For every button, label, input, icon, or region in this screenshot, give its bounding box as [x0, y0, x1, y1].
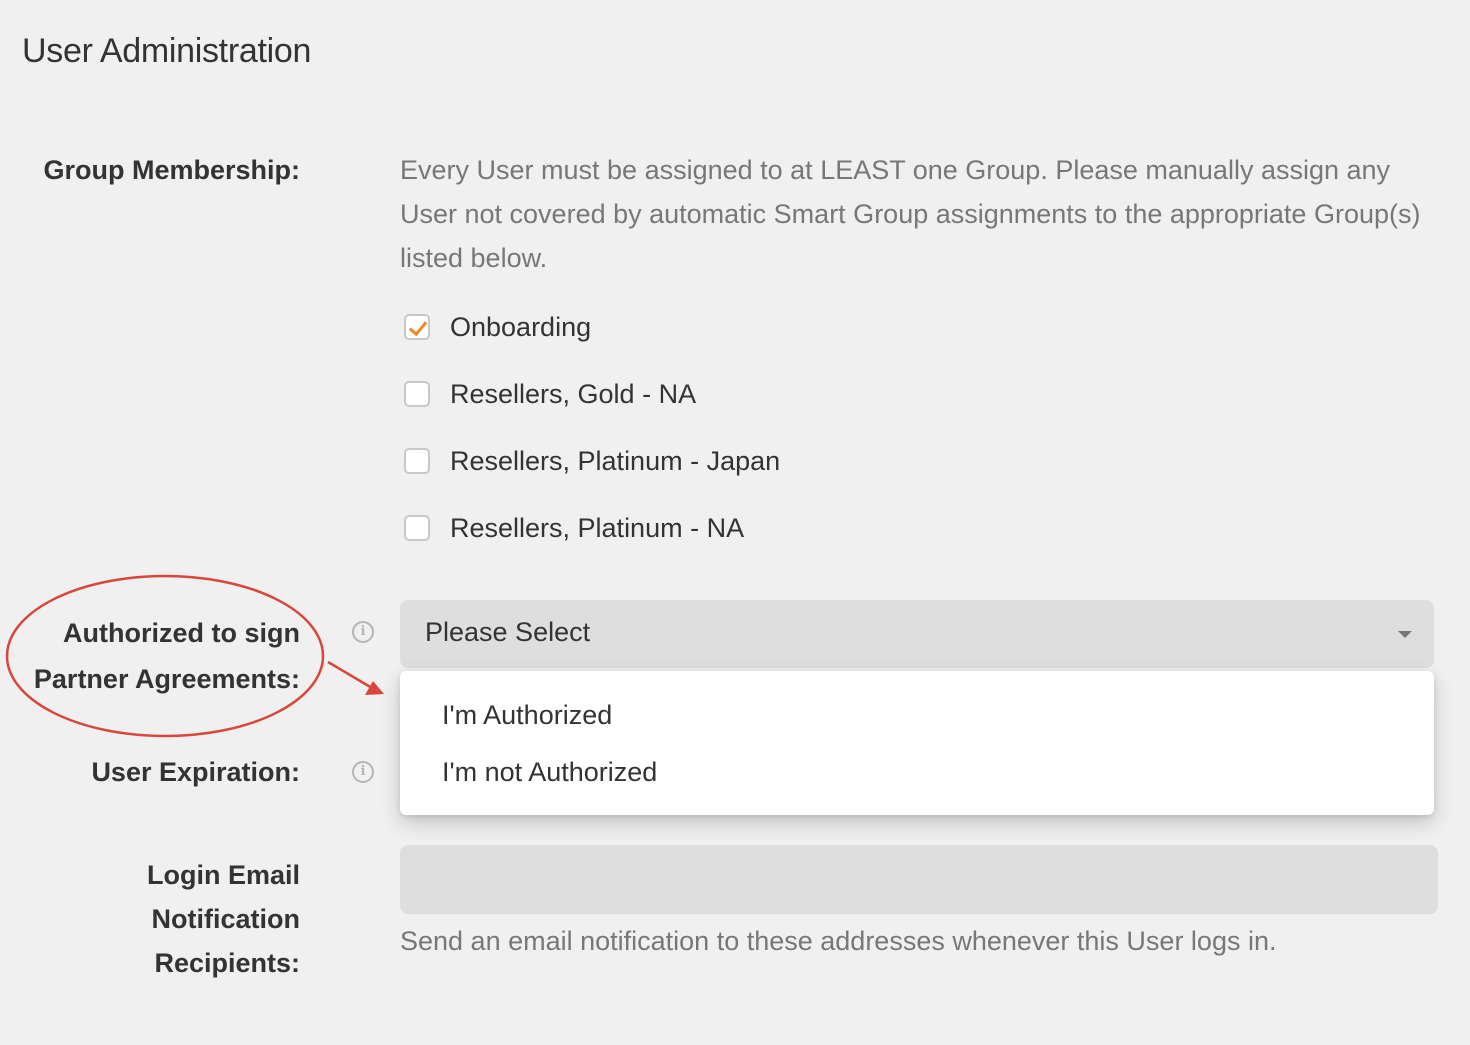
info-icon[interactable]: i [352, 761, 374, 783]
caret-down-icon [1398, 631, 1412, 638]
authorized-dropdown-menu: I'm Authorized I'm not Authorized [400, 671, 1434, 815]
annotation-arrow-head [365, 681, 384, 695]
page-title: User Administration [22, 32, 312, 70]
annotation-arrow-line [327, 660, 373, 690]
resellers-platinum-japan-checkbox[interactable] [404, 448, 430, 474]
group-membership-label: Group Membership: [43, 155, 300, 185]
user-administration-page: User Administration Group Membership: Ev… [0, 0, 1470, 1045]
authorized-label-line2: Partner Agreements: [33, 664, 300, 694]
authorized-label: Authorized to sign Partner Agreements: [10, 610, 300, 702]
user-expiration-label: User Expiration: [91, 757, 300, 787]
resellers-gold-na-checkbox[interactable] [404, 381, 430, 407]
group-item-resellers-platinum-na[interactable]: Resellers, Platinum - NA [404, 511, 780, 545]
login-email-label: Login Email Notification Recipients: [10, 853, 300, 985]
option-authorized[interactable]: I'm Authorized [442, 700, 612, 731]
group-item-resellers-platinum-japan[interactable]: Resellers, Platinum - Japan [404, 444, 780, 478]
group-item-onboarding[interactable]: Onboarding [404, 310, 780, 344]
login-email-help-text: Send an email notification to these addr… [400, 926, 1277, 956]
login-email-input[interactable] [400, 845, 1438, 914]
group-item-label: Resellers, Platinum - NA [450, 512, 745, 543]
group-item-label: Resellers, Gold - NA [450, 378, 697, 409]
authorized-label-line1: Authorized to sign [63, 618, 300, 648]
group-item-label: Onboarding [450, 311, 592, 342]
onboarding-checkbox[interactable] [404, 314, 430, 340]
group-list: Onboarding Resellers, Gold - NA Reseller… [404, 310, 780, 578]
login-email-label-line3: Recipients: [154, 948, 300, 978]
group-membership-description: Every User must be assigned to at LEAST … [400, 155, 1421, 273]
select-value: Please Select [425, 617, 591, 647]
info-icon[interactable]: i [352, 621, 374, 643]
option-not-authorized[interactable]: I'm not Authorized [442, 757, 657, 788]
authorized-select[interactable]: Please Select [400, 600, 1434, 668]
login-email-label-line1: Login Email [146, 860, 300, 890]
group-item-resellers-gold-na[interactable]: Resellers, Gold - NA [404, 377, 780, 411]
resellers-platinum-na-checkbox[interactable] [404, 515, 430, 541]
group-item-label: Resellers, Platinum - Japan [450, 445, 781, 476]
login-email-label-line2: Notification [151, 904, 301, 934]
